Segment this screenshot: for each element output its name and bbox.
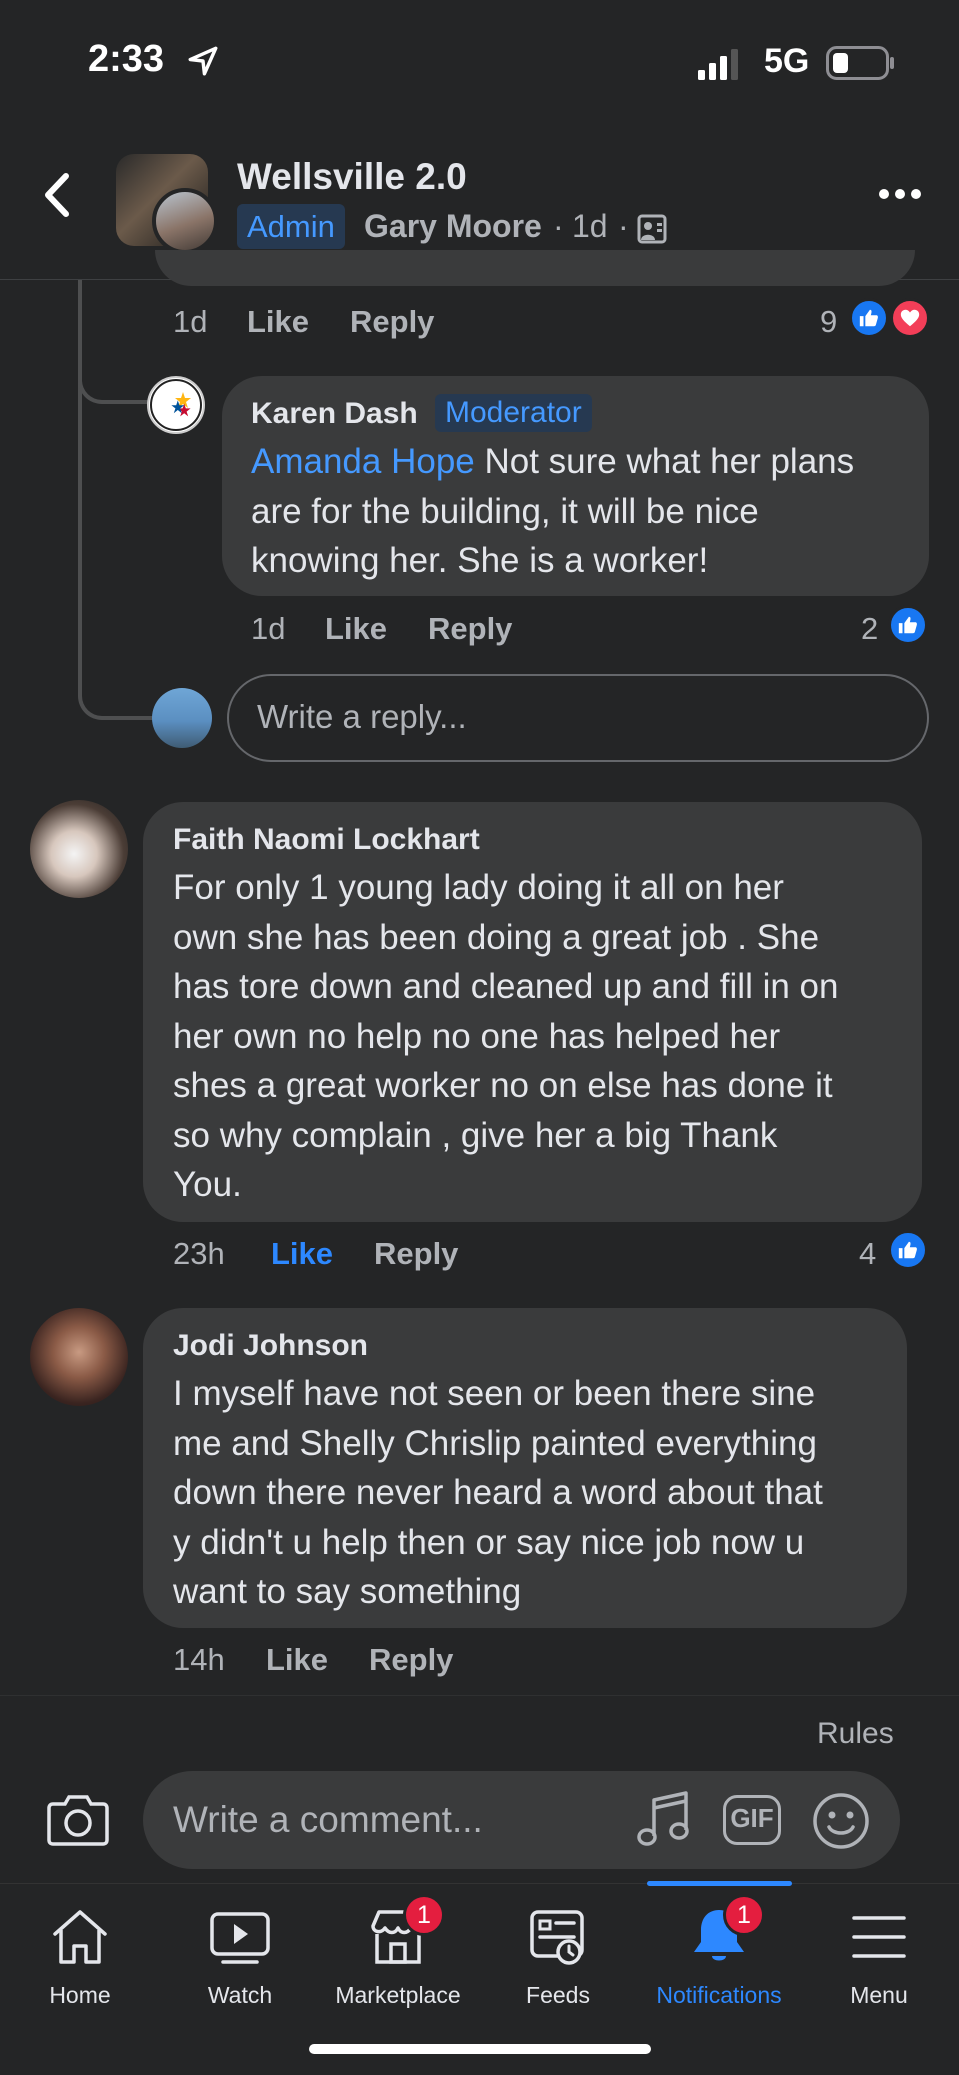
reaction-count[interactable]: 2: [861, 611, 878, 647]
nav-label: Menu: [850, 1982, 908, 2008]
comment-text-line: so why complain , give her a big Thank: [173, 1115, 778, 1155]
marketplace-badge: 1: [403, 1894, 445, 1936]
thread-branch: [78, 340, 148, 404]
reply-button[interactable]: Reply: [350, 304, 434, 340]
comment-text-line: shes a great worker no on else has done …: [173, 1066, 833, 1105]
comment-text-line: me and Shelly Chrislip painted everythin…: [173, 1423, 817, 1463]
mention-link[interactable]: Amanda Hope: [251, 442, 475, 481]
reply-input-placeholder: Write a reply...: [257, 698, 467, 735]
comment-text-line: want to say something: [173, 1572, 522, 1611]
network-label: 5G: [764, 42, 810, 80]
comment-input-placeholder: Write a comment...: [173, 1799, 483, 1840]
cell-signal-icon: [698, 49, 738, 80]
comment-time: 14h: [173, 1642, 225, 1677]
header-mask: [0, 200, 959, 280]
music-note-icon[interactable]: [636, 1790, 690, 1850]
hamburger-icon: [852, 1916, 906, 1958]
comment-text-line: down there never heard a word about that: [173, 1473, 823, 1512]
like-button[interactable]: Like: [271, 1236, 333, 1272]
moderator-badge: Moderator: [435, 394, 592, 432]
feeds-icon: [530, 1910, 584, 1965]
my-avatar: [152, 688, 212, 748]
comment-text: I myself have not seen or been there sin…: [173, 1369, 898, 1617]
comment-text-line: own she has been doing a great job . She: [173, 917, 820, 957]
comment-text-line: I myself have not seen or been there sin…: [173, 1374, 816, 1413]
nav-label: Marketplace: [335, 1982, 461, 2008]
comment-text: Amanda Hope Not sure what her plans are …: [251, 437, 911, 586]
commenter-name[interactable]: Jodi Johnson: [173, 1329, 368, 1363]
comment-text-line: Not sure what her plans: [474, 442, 855, 481]
reaction-count[interactable]: 4: [859, 1236, 876, 1272]
reply-button[interactable]: Reply: [428, 611, 512, 647]
location-arrow-icon: [188, 46, 218, 76]
comment-time: 1d: [173, 304, 208, 339]
comment-text-line: knowing her. She is a worker!: [251, 541, 709, 580]
commenter-name[interactable]: Karen Dash: [251, 397, 418, 431]
nav-marketplace[interactable]: Marketplace: [318, 1900, 478, 2009]
nav-label: Notifications: [656, 1982, 782, 2008]
like-button[interactable]: Like: [247, 304, 309, 340]
like-reaction-icon: [888, 605, 928, 645]
steelers-logo-icon: [150, 379, 202, 431]
nav-watch[interactable]: Watch: [160, 1900, 320, 2009]
comment-text-line: You.: [173, 1165, 242, 1204]
like-reaction-icon: [888, 1230, 928, 1270]
rules-link[interactable]: Rules: [817, 1717, 894, 1751]
emoji-icon[interactable]: [812, 1792, 870, 1850]
reaction-count[interactable]: 9: [820, 304, 837, 340]
comment-text: For only 1 young lady doing it all on he…: [173, 863, 913, 1210]
reply-button[interactable]: Reply: [374, 1236, 458, 1272]
commenter-avatar[interactable]: [147, 376, 205, 434]
home-indicator[interactable]: [309, 2044, 651, 2054]
nav-feeds[interactable]: Feeds: [478, 1900, 638, 2009]
status-time: 2:33: [88, 38, 165, 80]
camera-icon[interactable]: [47, 1792, 109, 1846]
comment-text-line: her own no help no one has helped her: [173, 1016, 781, 1056]
comment-text-line: y didn't u help then or say nice job now…: [173, 1522, 805, 1562]
notifications-badge: 1: [723, 1894, 765, 1936]
comment-text-line: For only 1 young lady doing it all on he…: [173, 868, 784, 907]
comment-text-line: are for the building, it will be nice: [251, 491, 759, 531]
like-reaction-icon: [849, 298, 889, 338]
group-name[interactable]: Wellsville 2.0: [237, 156, 467, 198]
nav-label: Feeds: [526, 1982, 590, 2008]
video-icon: [210, 1912, 270, 1964]
comment-time: 1d: [251, 611, 286, 646]
battery-icon: [826, 46, 894, 80]
nav-active-indicator: [647, 1881, 792, 1886]
love-reaction-icon: [890, 298, 930, 338]
nav-notifications[interactable]: Notifications: [639, 1900, 799, 2009]
nav-label: Watch: [207, 1982, 273, 2008]
nav-label: Home: [49, 1982, 111, 2008]
comment-text-line: has tore down and cleaned up and fill in…: [173, 967, 839, 1006]
comment-time: 23h: [173, 1236, 225, 1271]
home-icon: [53, 1910, 107, 1964]
commenter-name[interactable]: Faith Naomi Lockhart: [173, 823, 480, 857]
like-button[interactable]: Like: [325, 611, 387, 647]
nav-menu[interactable]: Menu: [799, 1900, 959, 2009]
commenter-avatar[interactable]: [30, 1308, 128, 1406]
commenter-avatar[interactable]: [30, 800, 128, 898]
nav-home[interactable]: Home: [0, 1900, 160, 2009]
reply-button[interactable]: Reply: [369, 1642, 453, 1678]
like-button[interactable]: Like: [266, 1642, 328, 1678]
gif-label: GIF: [730, 1803, 774, 1833]
